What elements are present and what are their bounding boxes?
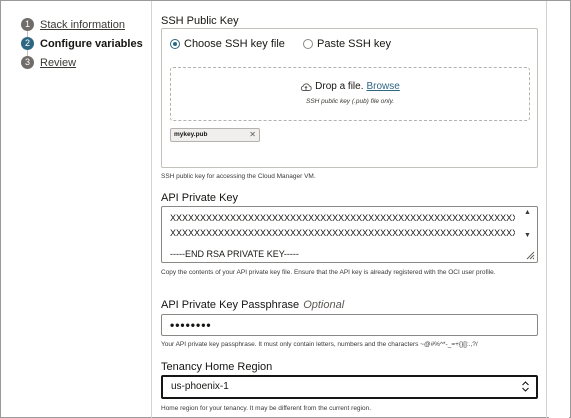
radio-button-checked[interactable]: [170, 39, 180, 49]
region-help: Home region for your tenancy. It may be …: [161, 405, 372, 412]
upload-cloud-icon: [301, 82, 312, 91]
step-number: 2: [21, 37, 34, 50]
step-stack-information[interactable]: 1 Stack information: [21, 15, 151, 37]
api-key-text: -----END: [170, 249, 207, 259]
drop-zone-main: Drop a file. Browse: [171, 81, 529, 92]
step-number: 3: [21, 56, 34, 69]
chevron-updown-icon: [522, 381, 529, 392]
api-key-textarea[interactable]: XXXXXXXXXXXXXXXXXXXXXXXXXXXXXXXXXXXXXXXX…: [161, 206, 538, 263]
step-label-configure-variables: Configure variables: [40, 37, 143, 50]
radio-label-choose-file: Choose SSH key file: [184, 38, 285, 50]
api-key-line: XXXXXXXXXXXXXXXXXXXXXXXXXXXXXXXXXXXXXXXX…: [170, 213, 515, 223]
region-selected-value: us-phoenix-1: [171, 381, 229, 392]
ssh-key-label: SSH Public Key: [161, 15, 239, 27]
scroll-up-icon[interactable]: ▲: [524, 209, 531, 216]
radio-label-paste-key: Paste SSH key: [317, 38, 391, 50]
selected-file-chip: mykey.pub ✕: [170, 128, 260, 142]
region-select[interactable]: us-phoenix-1: [161, 375, 538, 399]
ssh-key-help: SSH public key for accessing the Cloud M…: [161, 173, 316, 180]
api-key-line: -----END RSA PRIVATE KEY-----: [170, 249, 515, 259]
step-configure-variables[interactable]: 2 Configure variables: [21, 34, 151, 56]
scroll-down-icon[interactable]: ▼: [524, 232, 531, 239]
api-key-label: API Private Key: [161, 192, 239, 204]
radio-paste-key[interactable]: Paste SSH key: [303, 38, 391, 50]
step-label-stack-information[interactable]: Stack information: [40, 19, 125, 31]
drop-zone-hint: SSH public key (.pub) file only.: [305, 98, 395, 105]
remove-file-icon[interactable]: ✕: [249, 129, 256, 141]
step-number: 1: [21, 18, 34, 31]
resize-grip-icon[interactable]: [525, 250, 535, 260]
api-key-text: PRIVATE KEY-----: [224, 249, 299, 259]
wizard-steps: 1 Stack information 2 Configure variable…: [21, 15, 151, 72]
api-key-line: XXXXXXXXXXXXXXXXXXXXXXXXXXXXXXXXXXXXXXXX…: [170, 228, 515, 238]
browse-link[interactable]: Browse: [367, 81, 400, 92]
spellcheck-error: RSA: [206, 249, 225, 259]
passphrase-help: Your API private key passphrase. It must…: [161, 341, 478, 348]
passphrase-input[interactable]: ••••••••: [161, 314, 538, 336]
ssh-key-card: Choose SSH key file Paste SSH key Drop a…: [161, 28, 538, 168]
selected-file-name: mykey.pub: [174, 131, 208, 138]
page-scrollbar[interactable]: [549, 1, 569, 418]
drop-zone-text: Drop a file.: [315, 81, 364, 92]
optional-tag: Optional: [303, 299, 345, 311]
step-review[interactable]: 3 Review: [21, 53, 151, 72]
radio-button-unchecked[interactable]: [303, 39, 313, 49]
file-drop-zone[interactable]: Drop a file. Browse SSH public key (.pub…: [170, 67, 530, 121]
api-key-help: Copy the contents of your API private ke…: [161, 269, 496, 276]
radio-choose-file[interactable]: Choose SSH key file: [170, 38, 285, 50]
passphrase-label-text: API Private Key Passphrase: [161, 299, 300, 311]
step-label-review[interactable]: Review: [40, 57, 76, 69]
region-label: Tenancy Home Region: [161, 361, 273, 373]
passphrase-label: API Private Key Passphrase Optional: [161, 299, 344, 311]
